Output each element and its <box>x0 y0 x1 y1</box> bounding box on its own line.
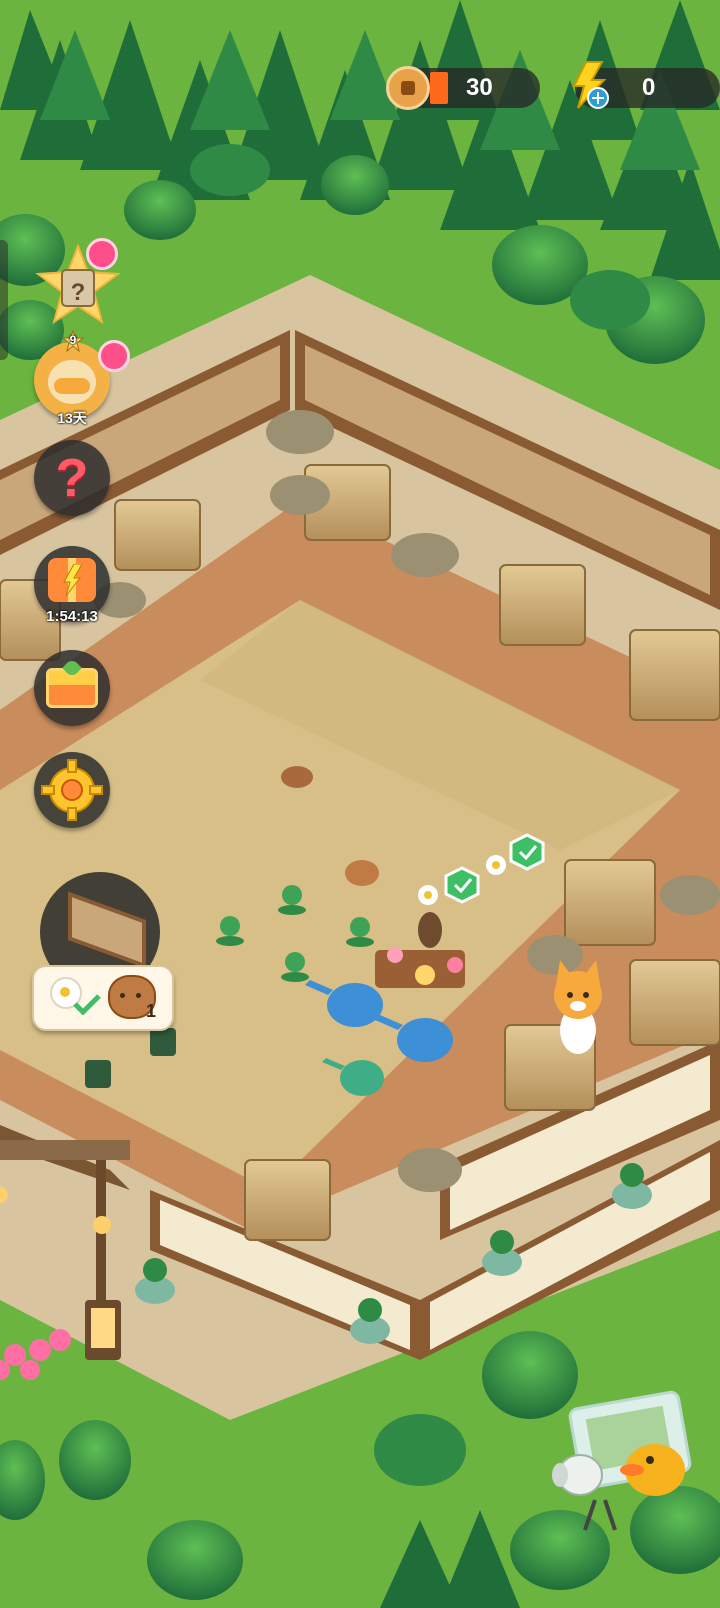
notification-dot <box>86 238 118 270</box>
side-drawer-handle[interactable] <box>0 240 8 360</box>
svg-text:?: ? <box>71 279 86 306</box>
treasure-chest-icon <box>46 658 98 708</box>
energy-gift-timer: 1:54:13 <box>46 608 98 625</box>
coin-bar <box>430 72 448 104</box>
mug[interactable] <box>150 1028 176 1056</box>
coin-count: 30 <box>466 74 493 101</box>
dirt-mound[interactable] <box>345 860 379 886</box>
dirt-mound[interactable] <box>281 766 313 788</box>
profile-level: 9 <box>69 333 77 347</box>
shop-button[interactable] <box>34 650 110 726</box>
notification-dot <box>98 340 130 372</box>
mug[interactable] <box>85 1060 111 1088</box>
help-button[interactable]: ? <box>34 440 110 516</box>
energy-count: 0 <box>642 74 656 101</box>
task-bubble[interactable]: 1 <box>32 965 174 1031</box>
fence-icon <box>68 891 146 969</box>
lightning-plus-icon[interactable] <box>566 60 610 110</box>
gear-icon <box>41 759 103 821</box>
settings-button[interactable] <box>34 752 110 828</box>
coin-icon <box>386 66 430 110</box>
checkmark-icon <box>73 994 101 1015</box>
task-count: 1 <box>146 1001 157 1021</box>
profile-days: 13天 <box>57 410 87 426</box>
gift-box-icon <box>48 558 96 602</box>
question-mark-icon: ? <box>55 448 89 508</box>
